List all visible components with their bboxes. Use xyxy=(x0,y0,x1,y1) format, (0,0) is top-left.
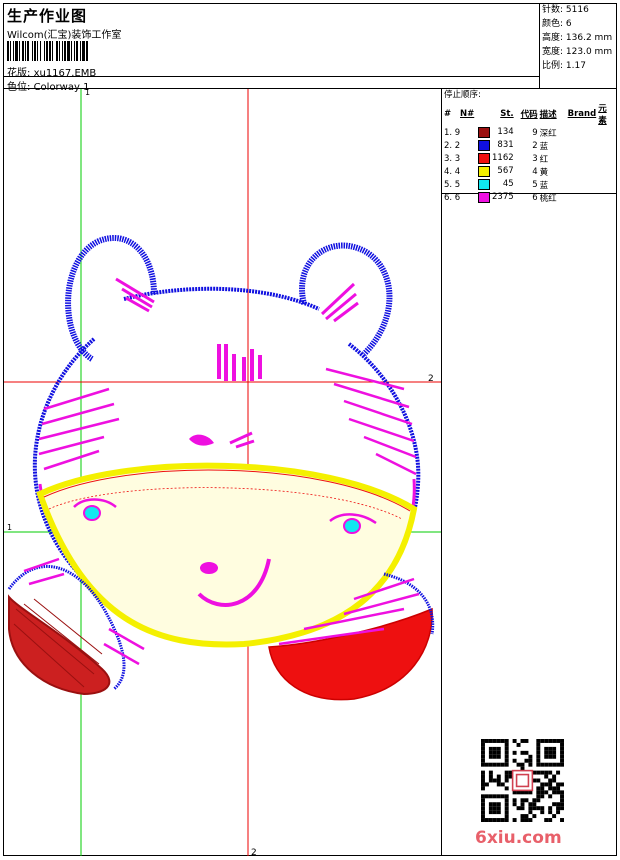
right-cheek-stripes xyxy=(325,367,417,476)
row-desc: 蓝 xyxy=(539,141,549,152)
left-brow-eye xyxy=(189,434,214,446)
table-row: 5. 5 45 5 蓝 xyxy=(443,178,615,191)
row-code: 9 xyxy=(532,127,538,138)
color-swatch xyxy=(478,153,490,164)
row-element xyxy=(597,152,615,165)
page-title: 生产作业图 xyxy=(7,7,88,25)
left-cheek-stripes xyxy=(38,387,120,471)
row-code: 3 xyxy=(532,153,538,164)
brand-watermark: 6xiu.com xyxy=(475,828,562,848)
company-name: Wilcom(汇宝)装饰工作室 xyxy=(7,30,122,41)
row-code: 4 xyxy=(532,166,538,177)
stop-sequence-panel: 停止顺序: # N# St. 代码 描述 Brand 元素 1. 9 134 9 深红… xyxy=(441,89,617,204)
right-ear-inner xyxy=(320,282,359,323)
panel-divider xyxy=(441,194,442,856)
row-brand xyxy=(567,191,598,204)
col-code: 代码 xyxy=(520,110,538,120)
row-desc: 桃红 xyxy=(539,193,557,204)
table-row: 3. 3 1162 3 红 xyxy=(443,152,615,165)
header-info: 生产作业图 Wilcom(汇宝)装饰工作室 花版: xu1167.EMB 色位:… xyxy=(4,4,540,93)
row-stitches: 45 xyxy=(478,178,515,191)
guide-label-h2: 2 xyxy=(428,374,434,384)
guide-label-h1: 1 xyxy=(7,523,12,532)
row-desc: 深红 xyxy=(539,128,557,139)
row-stitches: 2375 xyxy=(478,191,515,204)
table-row: 4. 4 567 4 黄 xyxy=(443,165,615,178)
color-swatch xyxy=(478,192,490,203)
col-needle: N# xyxy=(460,109,475,119)
embroidery-canvas: 1 2 1 2 xyxy=(4,89,441,856)
row-element xyxy=(597,139,615,152)
row-brand xyxy=(567,165,598,178)
divider xyxy=(4,76,540,77)
row-stitches: 1162 xyxy=(478,152,515,165)
table-row: 1. 9 134 9 深红 xyxy=(443,126,615,139)
row-brand xyxy=(567,178,598,191)
hippo-design xyxy=(7,235,435,701)
col-stitches: St. xyxy=(500,109,514,119)
col-desc: 描述 xyxy=(539,110,557,120)
row-code: 5 xyxy=(532,179,538,190)
guide-label-v1: 1 xyxy=(85,89,90,97)
row-brand xyxy=(567,126,598,139)
row-element xyxy=(597,126,615,139)
right-ear xyxy=(299,242,393,357)
col-element: 元素 xyxy=(598,104,607,126)
stat-height: 高度: 136.2 mm xyxy=(542,33,613,43)
row-code: 6 xyxy=(532,192,538,203)
row-element xyxy=(597,178,615,191)
stat-colors: 颜色: 6 xyxy=(542,19,572,29)
stat-width: 宽度: 123.0 mm xyxy=(542,47,613,57)
row-stitches: 134 xyxy=(478,126,515,139)
row-stitches: 831 xyxy=(478,139,515,152)
table-row: 2. 2 831 2 蓝 xyxy=(443,139,615,152)
barcode xyxy=(7,41,88,61)
stat-scale: 比例: 1.17 xyxy=(542,61,586,71)
row-element xyxy=(597,165,615,178)
col-brand: Brand xyxy=(567,109,597,119)
stop-sequence-title: 停止顺序: xyxy=(444,90,481,100)
row-desc: 黄 xyxy=(539,167,549,178)
color-swatch xyxy=(478,127,490,138)
row-desc: 蓝 xyxy=(539,180,549,191)
guide-label-v2: 2 xyxy=(251,848,257,856)
right-brow-eye xyxy=(229,431,255,449)
color-swatch xyxy=(478,140,490,151)
forehead-stripes xyxy=(217,344,262,381)
stats-panel: 针数: 5116 颜色: 6 高度: 136.2 mm 宽度: 123.0 mm… xyxy=(540,4,617,89)
color-swatch xyxy=(478,166,490,177)
col-hash: # xyxy=(444,109,452,119)
nose xyxy=(200,562,218,574)
qr-code xyxy=(481,739,564,822)
stop-sequence-table: # N# St. 代码 描述 Brand 元素 1. 9 134 9 深红 2. 2 83… xyxy=(443,102,615,204)
stat-stitches: 针数: 5116 xyxy=(542,5,589,15)
row-brand xyxy=(567,139,598,152)
row-code: 2 xyxy=(532,140,538,151)
row-element xyxy=(597,191,615,204)
table-row: 6. 6 2375 6 桃红 xyxy=(443,191,615,204)
color-swatch xyxy=(478,179,490,190)
row-desc: 红 xyxy=(539,154,549,165)
row-brand xyxy=(567,152,598,165)
row-stitches: 567 xyxy=(478,165,515,178)
table-header-row: # N# St. 代码 描述 Brand 元素 xyxy=(443,102,615,126)
